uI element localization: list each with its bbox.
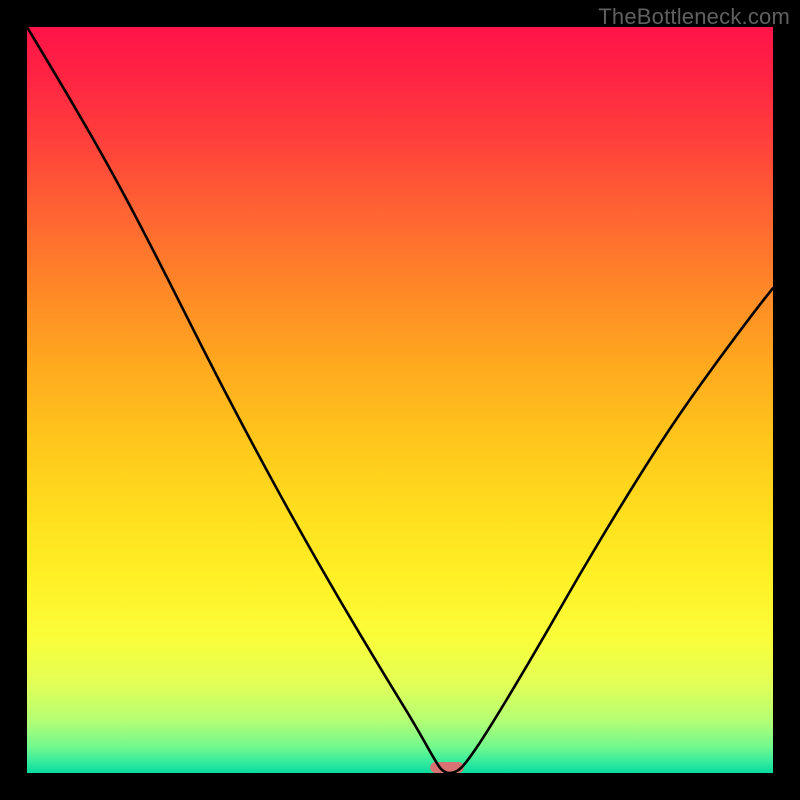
gradient-background <box>27 27 773 773</box>
plot-svg <box>27 27 773 773</box>
watermark-text: TheBottleneck.com <box>598 4 790 30</box>
chart-frame: TheBottleneck.com <box>0 0 800 800</box>
plot-area <box>27 27 773 773</box>
